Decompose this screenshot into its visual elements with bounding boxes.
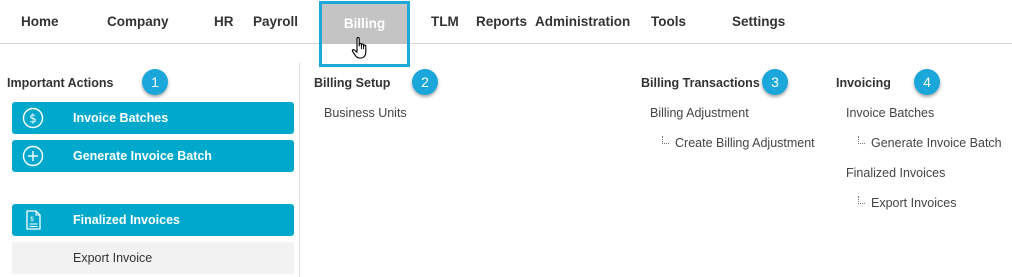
export-invoice-button[interactable]: Export Invoice [12,242,294,274]
plus-circle-icon [22,145,44,167]
hand-pointer-cursor-icon [351,36,367,59]
step-badge-2: 2 [412,69,438,95]
svg-text:$: $ [30,215,34,223]
finalized-invoices-button-label: Finalized Invoices [73,213,180,227]
step-badge-3: 3 [762,69,788,95]
billing-setup-title: Billing Setup [314,76,391,90]
billing-adjustment-link[interactable]: Billing Adjustment [650,106,749,120]
tree-connector [662,136,669,144]
top-navigation: Home Company HR Payroll TLM Reports Admi… [0,0,1012,44]
invoicing-title: Invoicing [836,76,891,90]
nav-reports[interactable]: Reports [476,0,527,44]
tree-connector [858,196,865,204]
billing-transactions-title: Billing Transactions [641,76,760,90]
nav-tlm[interactable]: TLM [431,0,459,44]
dollar-circle-icon: $ [22,107,44,129]
nav-administration[interactable]: Administration [535,0,630,44]
nav-home[interactable]: Home [21,0,59,44]
nav-billing[interactable]: Billing [319,1,410,67]
invoice-batches-button[interactable]: $ Invoice Batches [12,102,294,134]
svg-text:$: $ [29,112,37,126]
step-badge-1: 1 [142,69,168,95]
finalized-invoices-button[interactable]: $ Finalized Invoices [12,204,294,236]
nav-tools[interactable]: Tools [651,0,686,44]
invoice-batches-link[interactable]: Invoice Batches [846,106,934,120]
finalized-invoices-link[interactable]: Finalized Invoices [846,166,945,180]
generate-invoice-batch-button-label: Generate Invoice Batch [73,149,212,163]
invoice-document-icon: $ [26,210,41,230]
business-units-link[interactable]: Business Units [324,106,407,120]
nav-payroll[interactable]: Payroll [253,0,298,44]
export-invoice-button-label: Export Invoice [73,251,153,265]
step-badge-4: 4 [914,69,940,95]
create-billing-adjustment-link[interactable]: Create Billing Adjustment [675,136,815,150]
nav-hr[interactable]: HR [214,0,234,44]
invoice-batches-button-label: Invoice Batches [73,111,169,125]
nav-settings[interactable]: Settings [732,0,785,44]
tree-connector [858,136,865,144]
export-invoices-link[interactable]: Export Invoices [871,196,956,210]
nav-company[interactable]: Company [107,0,169,44]
generate-invoice-batch-link[interactable]: Generate Invoice Batch [871,136,1002,150]
generate-invoice-batch-button[interactable]: Generate Invoice Batch [12,140,294,172]
important-actions-title: Important Actions [7,76,114,90]
